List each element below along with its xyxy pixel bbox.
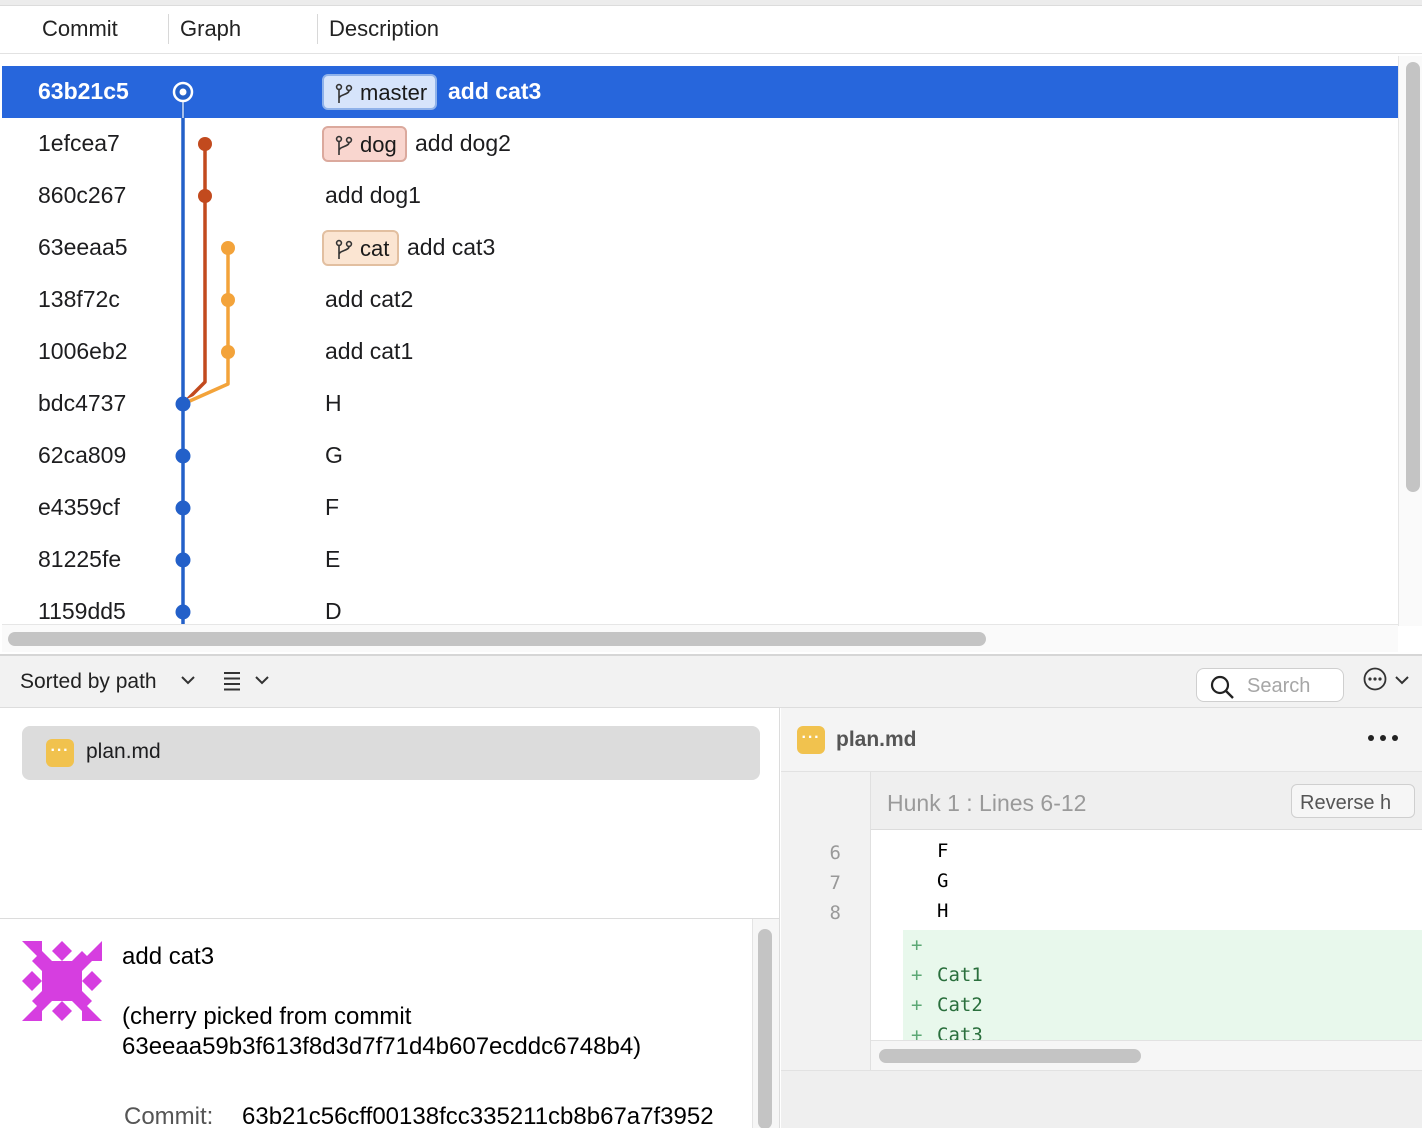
commit-row[interactable]: 63b21c5 master add cat3 — [2, 66, 1398, 118]
commit-hash: 1159dd5 — [38, 598, 126, 624]
commit-row[interactable]: 1006eb2 add cat1 — [2, 326, 1398, 378]
commit-hash: 138f72c — [38, 286, 120, 312]
scrollbar-thumb[interactable] — [1406, 62, 1420, 492]
scrollbar-thumb[interactable] — [879, 1049, 1141, 1063]
commit-description: add cat3 — [407, 234, 496, 260]
modified-file-icon: ··· — [46, 739, 74, 767]
added-line: + Cat1 — [903, 960, 1422, 990]
chevron-down-icon[interactable] — [1394, 674, 1410, 686]
diff-code: F G H + + Cat1 + Cat2 + Cat3 — [871, 830, 1422, 1040]
commit-list-header: Commit Graph Description — [0, 6, 1422, 54]
commit-description: D — [325, 598, 342, 624]
modified-file-icon: ··· — [797, 726, 825, 754]
commit-row[interactable]: 860c267 add dog1 — [2, 170, 1398, 222]
column-header-commit[interactable]: Commit — [42, 16, 118, 42]
hunk-label: Hunk 1 : Lines 6-12 — [887, 790, 1087, 816]
commit-message-body: 63eeaa59b3f613f8d3d7f71d4b607ecddc6748b4… — [122, 1033, 642, 1060]
line-number-gutter: 6 7 8 — [781, 772, 871, 1070]
branch-badge-dog[interactable]: dog — [322, 126, 407, 162]
added-line: + — [903, 930, 1422, 960]
line-number: 7 — [829, 872, 841, 894]
changed-files-list: ··· plan.md — [0, 708, 780, 918]
commit-hash: 63eeaa5 — [38, 234, 128, 260]
diff-file-name: plan.md — [836, 728, 917, 751]
column-divider[interactable] — [317, 14, 318, 44]
commit-hash: e4359cf — [38, 494, 120, 520]
column-header-graph[interactable]: Graph — [180, 16, 241, 42]
column-divider[interactable] — [168, 14, 169, 44]
commit-hash: 81225fe — [38, 546, 122, 572]
avatar — [22, 941, 102, 1021]
branch-icon — [335, 239, 353, 259]
commit-description: G — [325, 442, 343, 468]
search-field[interactable] — [1196, 668, 1344, 702]
branch-badge-cat[interactable]: cat — [322, 230, 400, 266]
commit-message-body: (cherry picked from commit — [122, 1003, 412, 1030]
commit-row[interactable]: 63eeaa5 cat add cat3 — [2, 222, 1398, 274]
added-line: + Cat2 — [903, 990, 1422, 1020]
list-icon[interactable] — [222, 670, 242, 692]
hunk-header: Hunk 1 : Lines 6-12 Reverse h — [871, 772, 1422, 830]
commit-hash: 860c267 — [38, 182, 127, 208]
chevron-down-icon[interactable] — [180, 674, 196, 686]
scrollbar-thumb[interactable] — [758, 929, 772, 1128]
added-line: + Cat3 — [903, 1020, 1422, 1040]
search-icon — [1210, 675, 1234, 699]
commit-description: add cat3 — [448, 78, 542, 104]
commit-hash: 63b21c5 — [38, 78, 129, 104]
commit-hash: bdc4737 — [38, 390, 127, 416]
line-number: 8 — [829, 902, 841, 924]
commit-description: add dog1 — [325, 182, 421, 208]
more-icon[interactable] — [1365, 726, 1401, 750]
scrollbar-thumb[interactable] — [8, 632, 986, 646]
commit-description: add cat1 — [325, 338, 414, 364]
branch-badge-master[interactable]: master — [322, 74, 438, 110]
column-header-description[interactable]: Description — [329, 16, 439, 42]
diff-file-header: ··· plan.md — [781, 708, 1422, 772]
branch-name: master — [360, 80, 428, 105]
chevron-down-icon[interactable] — [254, 674, 270, 686]
commit-description: E — [325, 546, 341, 572]
diff-horizontal-scrollbar[interactable] — [871, 1040, 1422, 1070]
commit-description: H — [325, 390, 342, 416]
commit-details: add cat3 (cherry picked from commit 63ee… — [0, 918, 780, 1128]
file-name: plan.md — [86, 740, 161, 763]
search-input[interactable] — [1247, 675, 1335, 697]
more-circle-icon[interactable] — [1362, 666, 1388, 692]
commit-description: add cat2 — [325, 286, 414, 312]
context-line: H — [937, 900, 949, 922]
commit-description: F — [325, 494, 340, 520]
commit-hash: 1efcea7 — [38, 130, 120, 156]
branch-name: dog — [360, 132, 397, 157]
commit-row[interactable]: e4359cf F — [2, 482, 1398, 534]
commit-message-title: add cat3 — [122, 943, 215, 970]
reverse-hunk-button[interactable]: Reverse h — [1291, 784, 1415, 818]
commit-row[interactable]: bdc4737 H — [2, 378, 1398, 430]
sort-menu[interactable]: Sorted by path — [20, 670, 157, 694]
commit-row[interactable]: 1159dd5 D — [2, 586, 1398, 624]
commit-list: 63b21c5 master add cat3 1efcea7 dog add … — [2, 56, 1398, 624]
commit-row[interactable]: 1efcea7 dog add dog2 — [2, 118, 1398, 170]
commit-description: add dog2 — [415, 130, 511, 156]
line-number: 6 — [829, 842, 841, 864]
commit-hash: 62ca809 — [38, 442, 127, 468]
branch-icon — [335, 135, 353, 155]
commit-row[interactable]: 138f72c add cat2 — [2, 274, 1398, 326]
branch-name: cat — [360, 236, 390, 261]
diff-empty-area — [781, 1070, 1422, 1128]
file-list-item[interactable]: ··· plan.md — [22, 726, 760, 780]
diff-viewer: ··· plan.md 6 7 8 Hunk 1 : Lines 6-12 Re… — [781, 708, 1422, 1128]
commit-row[interactable]: 62ca809 G — [2, 430, 1398, 482]
context-line: F — [937, 840, 949, 862]
changes-toolbar: Sorted by path — [0, 654, 1422, 708]
commit-row[interactable]: 81225fe E — [2, 534, 1398, 586]
commit-hash: 1006eb2 — [38, 338, 128, 364]
context-line: G — [937, 870, 949, 892]
branch-icon — [335, 83, 353, 103]
commit-hash-label: Commit: — [124, 1103, 214, 1128]
commit-full-hash[interactable]: 63b21c56cff00138fcc335211cb8b67a7f3952 — [242, 1103, 714, 1128]
